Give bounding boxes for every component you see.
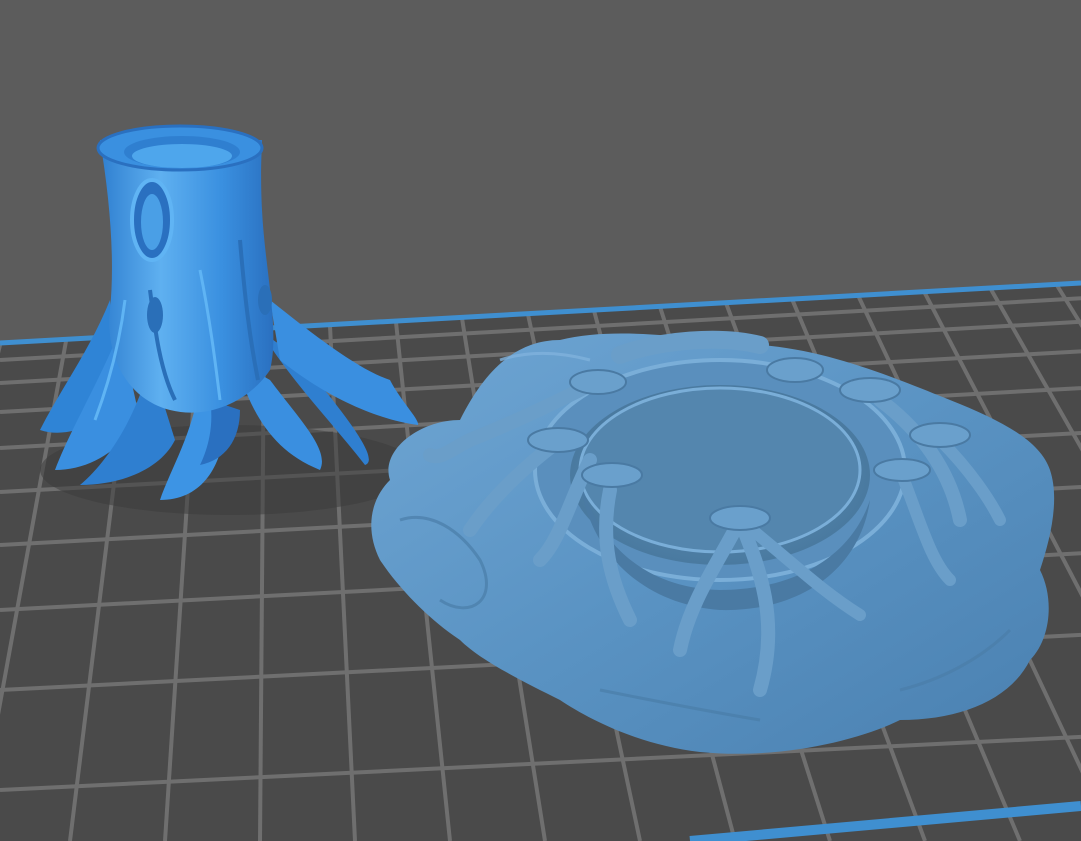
slicer-3d-viewport[interactable] — [0, 0, 1081, 841]
